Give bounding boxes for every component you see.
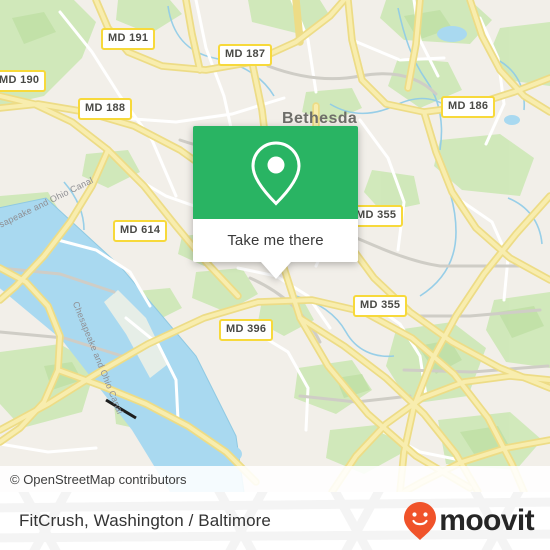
road-shield-md186[interactable]: MD 186 <box>441 96 496 118</box>
popup-action-row[interactable]: Take me there <box>193 219 358 262</box>
road-shield-md614[interactable]: MD 614 <box>113 220 168 242</box>
road-shield-md191[interactable]: MD 191 <box>101 28 156 50</box>
destination-popup-card[interactable]: Take me there <box>193 126 358 279</box>
osm-attribution-text[interactable]: © OpenStreetMap contributors <box>0 472 187 487</box>
map-screenshot: Bethesda Chesapeake and Ohio Canal Chesa… <box>0 0 550 550</box>
road-shield-md187[interactable]: MD 187 <box>218 44 273 66</box>
popup-pointer-tail <box>260 262 291 279</box>
map-attribution-bar: © OpenStreetMap contributors <box>0 466 550 492</box>
moovit-wordmark: moovit <box>439 504 534 537</box>
page-title: FitCrush, Washington / Baltimore <box>19 511 271 530</box>
road-shield-md188[interactable]: MD 188 <box>78 98 133 120</box>
moovit-pin-smiley-icon <box>404 502 437 540</box>
map-pin-icon <box>250 140 301 206</box>
road-shield-md190[interactable]: MD 190 <box>0 70 47 92</box>
road-shield-md355-south[interactable]: MD 355 <box>353 295 408 317</box>
take-me-there-label: Take me there <box>227 232 324 249</box>
moovit-brand[interactable]: moovit <box>403 492 535 550</box>
footer-bar: FitCrush, Washington / Baltimore moovit <box>0 492 550 550</box>
popup-header <box>193 126 358 219</box>
road-shield-md396[interactable]: MD 396 <box>219 319 274 341</box>
map-canvas[interactable]: Bethesda Chesapeake and Ohio Canal Chesa… <box>0 0 550 492</box>
